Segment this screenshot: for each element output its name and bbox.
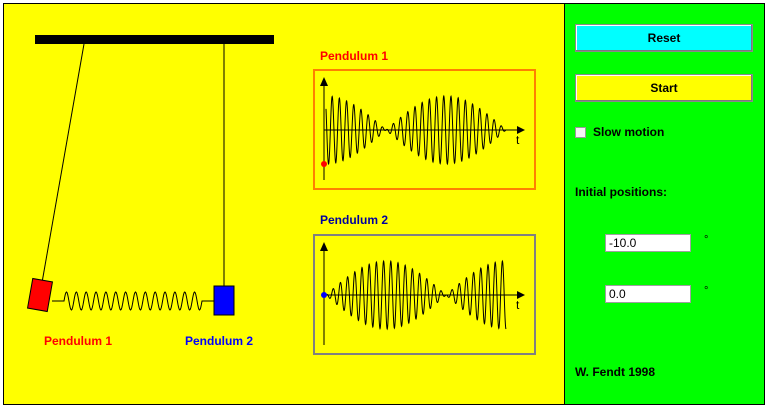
pendulum2-degree-unit: ° bbox=[704, 285, 709, 297]
reset-button[interactable]: Reset bbox=[575, 24, 753, 52]
pendulum2-label: Pendulum 2 bbox=[185, 334, 253, 348]
pendulum1-degree-unit: ° bbox=[704, 234, 709, 246]
coupling-spring bbox=[52, 291, 214, 311]
ceiling-bar bbox=[35, 35, 274, 44]
start-button[interactable]: Start bbox=[575, 74, 753, 102]
author-credit: W. Fendt 1998 bbox=[575, 365, 656, 379]
pendulum1-label: Pendulum 1 bbox=[44, 334, 112, 348]
pendulum1-string bbox=[39, 43, 85, 295]
pendulum2-position-input[interactable] bbox=[605, 285, 691, 303]
graph1-time-axis-label: t bbox=[516, 133, 520, 147]
pendulum1-bob[interactable] bbox=[26, 277, 54, 313]
simulation-canvas: Pendulum 1 Pendulum 2 Pendulum 1 t Pendu… bbox=[3, 3, 564, 405]
graph2-current-marker bbox=[321, 292, 327, 298]
graph2-time-axis-label: t bbox=[516, 298, 520, 312]
control-panel: Reset Start Slow motion Initial position… bbox=[564, 3, 765, 405]
pendulum1-position-input[interactable] bbox=[605, 234, 691, 252]
pendulum2-bob[interactable] bbox=[213, 285, 235, 316]
graph1-axes bbox=[320, 77, 525, 180]
slow-motion-checkbox[interactable] bbox=[575, 126, 586, 138]
graph2-axes bbox=[320, 242, 525, 345]
initial-positions-label: Initial positions: bbox=[575, 185, 667, 199]
simulation-drawing: Pendulum 1 Pendulum 2 Pendulum 1 t Pendu… bbox=[26, 35, 536, 355]
applet: Pendulum 1 Pendulum 2 Pendulum 1 t Pendu… bbox=[0, 0, 768, 408]
graph2-title: Pendulum 2 bbox=[320, 213, 388, 227]
slow-motion-option[interactable]: Slow motion bbox=[575, 125, 664, 139]
graph1-title: Pendulum 1 bbox=[320, 49, 388, 63]
slow-motion-label: Slow motion bbox=[593, 125, 665, 139]
graph1-current-marker bbox=[321, 161, 327, 167]
